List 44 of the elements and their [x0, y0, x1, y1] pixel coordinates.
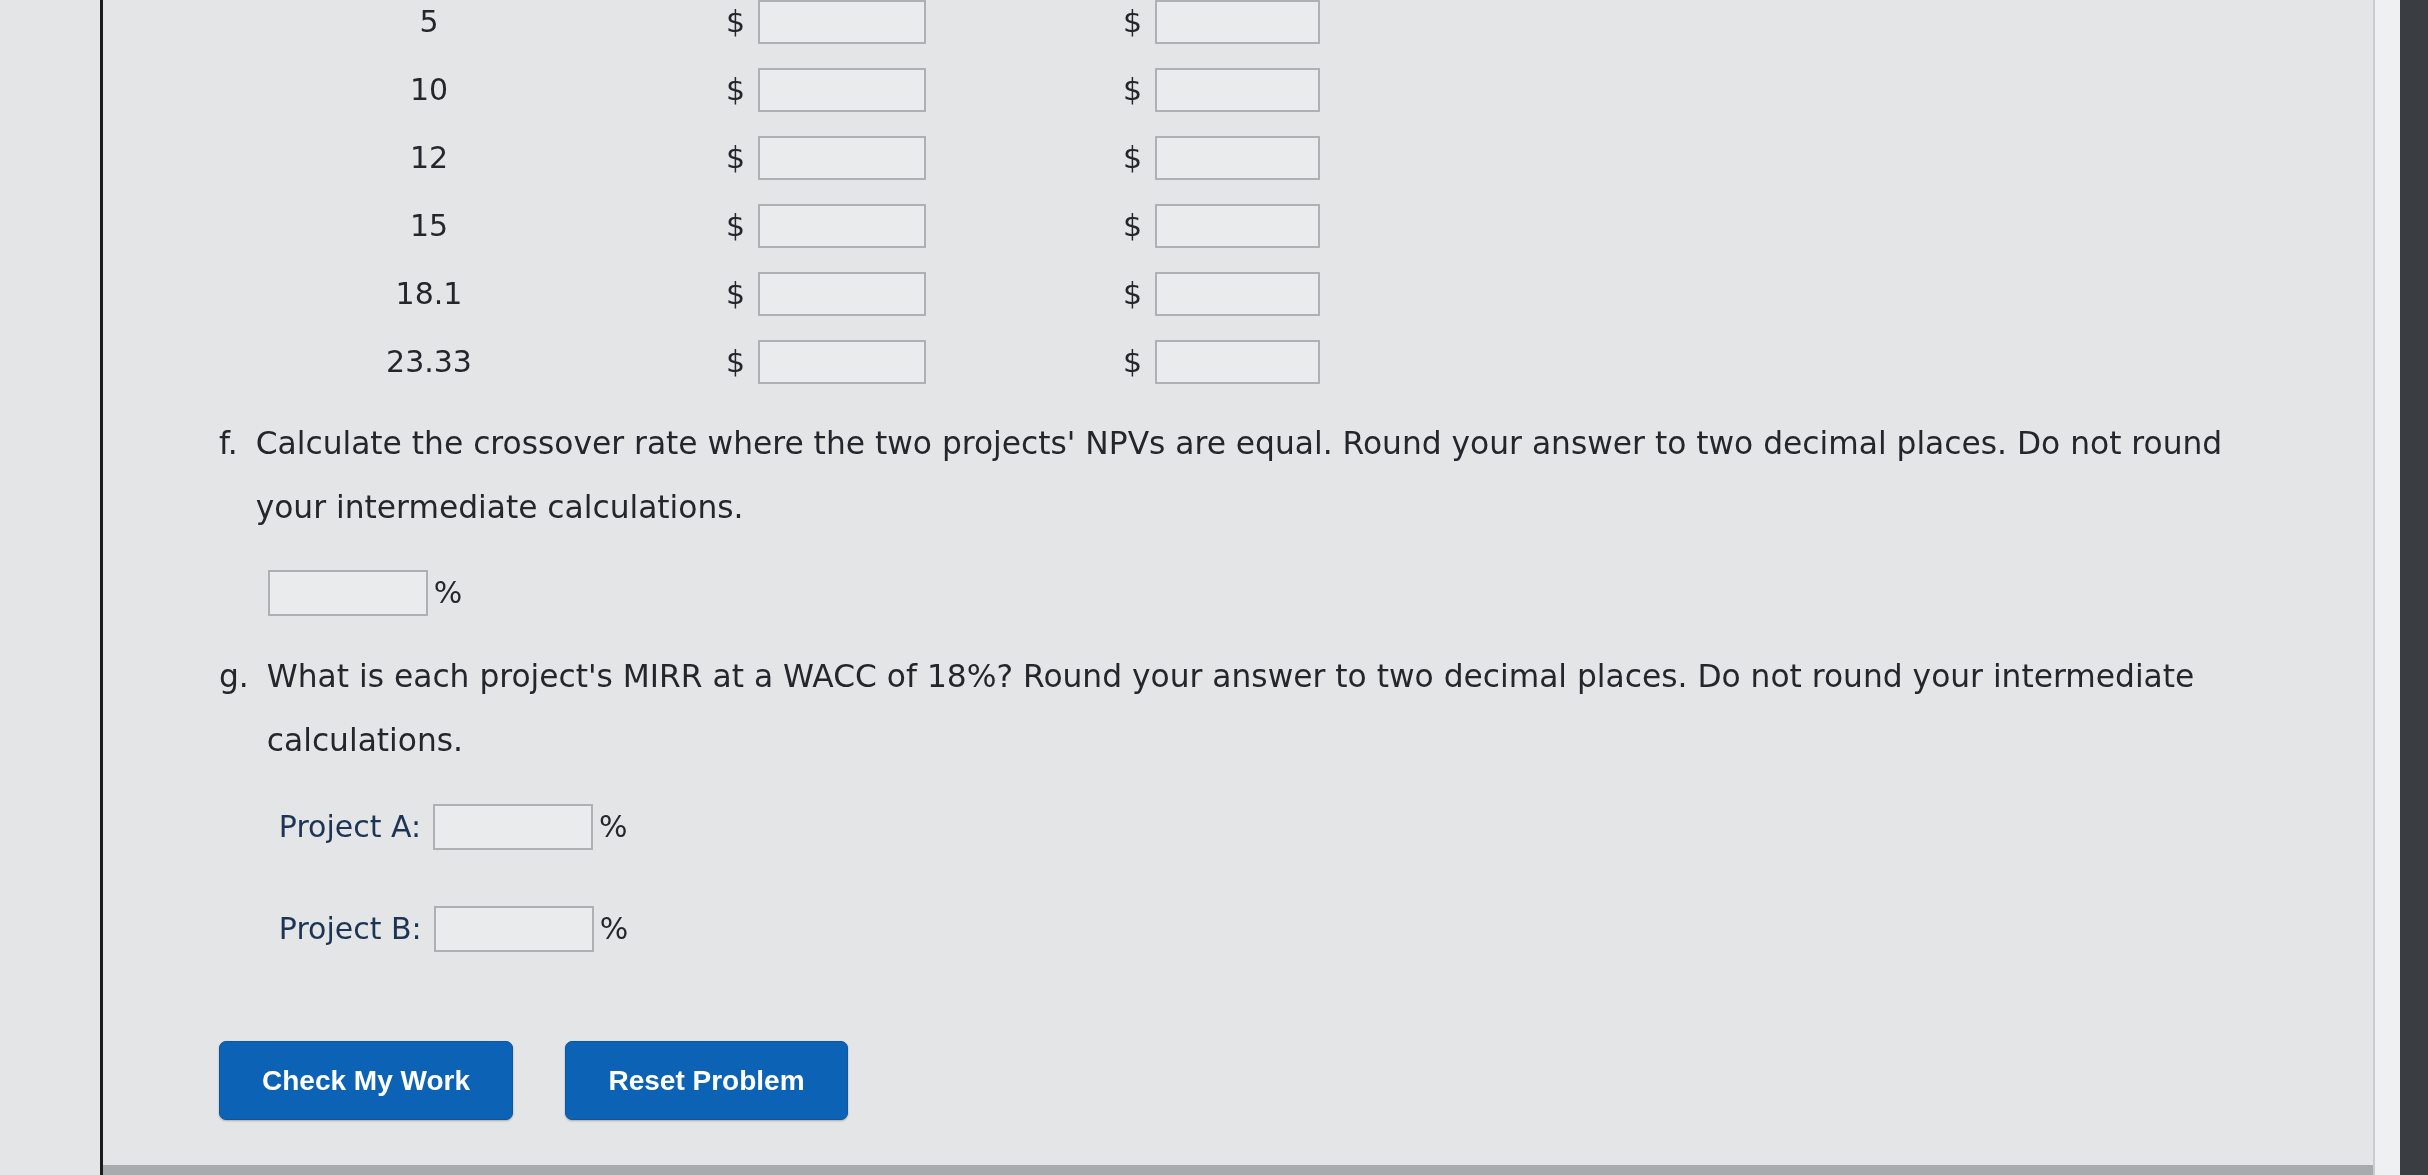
answer-label: Project A: [278, 808, 422, 846]
question-label: g. [219, 657, 249, 696]
question-label: f. [219, 424, 238, 463]
answer-box[interactable] [758, 204, 926, 248]
answer-box[interactable] [267, 570, 428, 616]
check-work-button[interactable]: Check My Work [219, 1041, 513, 1120]
answer-box[interactable] [1155, 0, 1320, 44]
answer-box[interactable] [433, 804, 594, 850]
answer-box[interactable] [758, 136, 926, 180]
answer-box[interactable] [433, 906, 594, 952]
answer-box[interactable] [758, 340, 926, 384]
answer-box[interactable] [758, 0, 926, 44]
currency-symbol: $ [1122, 276, 1143, 312]
reset-button[interactable]: Reset Problem [565, 1041, 848, 1120]
currency-symbol: $ [1122, 4, 1143, 40]
currency-symbol: $ [725, 4, 746, 40]
currency-symbol: $ [725, 140, 746, 176]
answer-box[interactable] [1155, 340, 1320, 384]
answer-box[interactable] [758, 68, 926, 112]
answer-label: Project B: [278, 910, 422, 948]
question-text: Calculate the crossover rate where the two projects' NPVs are equal. Round your answer to two decimal places. Do not round your intermediate calculations. [255, 424, 2224, 527]
question-text: What is each project's MIRR at a WACC of 18%? Round your answer to two decimal places. Do not round your intermediate calculations. [266, 657, 2196, 760]
percent-sign: % [433, 575, 463, 611]
answer-box[interactable] [1155, 68, 1320, 112]
currency-symbol: $ [1122, 344, 1143, 380]
answer-box[interactable] [1155, 136, 1320, 180]
currency-symbol: $ [1122, 140, 1143, 176]
percent-sign: % [599, 911, 629, 947]
answer-box[interactable] [1155, 204, 1320, 248]
rate-value: 12 [409, 140, 449, 176]
percent-sign: % [599, 809, 628, 845]
answer-box[interactable] [1155, 272, 1320, 316]
rate-value: 18.1 [395, 276, 463, 312]
currency-symbol: $ [1122, 208, 1143, 244]
rate-value: 10 [409, 72, 449, 108]
currency-symbol: $ [725, 276, 746, 312]
rate-value: 5 [419, 4, 439, 40]
currency-symbol: $ [725, 72, 746, 108]
rate-value: 23.33 [386, 344, 472, 380]
currency-symbol: $ [725, 208, 746, 244]
rate-value: 15 [409, 208, 449, 244]
currency-symbol: $ [725, 344, 746, 380]
answer-box[interactable] [758, 272, 926, 316]
currency-symbol: $ [1122, 72, 1143, 108]
